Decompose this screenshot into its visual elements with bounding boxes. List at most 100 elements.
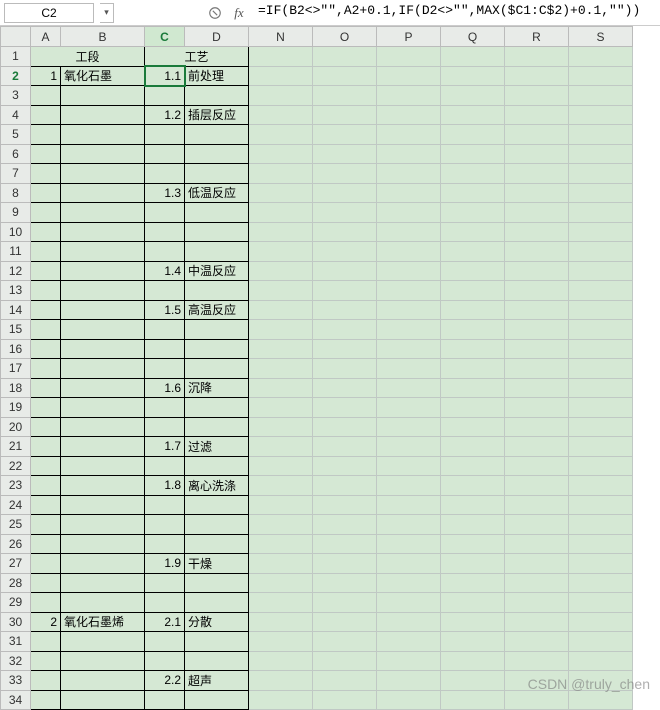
cell-N8[interactable] [249,183,313,203]
cell-A5[interactable] [31,125,61,145]
row-header-17[interactable]: 17 [1,359,31,379]
cell-P27[interactable] [377,554,441,574]
cell-C17[interactable] [145,359,185,379]
cell-S27[interactable] [569,554,633,574]
cell-S18[interactable] [569,378,633,398]
cell-P17[interactable] [377,359,441,379]
cell-P31[interactable] [377,632,441,652]
row-header-32[interactable]: 32 [1,651,31,671]
cell-C5[interactable] [145,125,185,145]
cell-D13[interactable] [185,281,249,301]
cell-N25[interactable] [249,515,313,535]
cell-D11[interactable] [185,242,249,262]
row-header-27[interactable]: 27 [1,554,31,574]
cell-P8[interactable] [377,183,441,203]
cell-O5[interactable] [313,125,377,145]
cell-S8[interactable] [569,183,633,203]
cell-C22[interactable] [145,456,185,476]
row-header-24[interactable]: 24 [1,495,31,515]
cell-P16[interactable] [377,339,441,359]
cell-P13[interactable] [377,281,441,301]
cell-Q7[interactable] [441,164,505,184]
row-header-33[interactable]: 33 [1,671,31,691]
cell-N2[interactable] [249,66,313,86]
cell-S11[interactable] [569,242,633,262]
cell-C8[interactable]: 1.3 [145,183,185,203]
cell-D18[interactable]: 沉降 [185,378,249,398]
row-header-21[interactable]: 21 [1,437,31,457]
cell-A31[interactable] [31,632,61,652]
cell-P33[interactable] [377,671,441,691]
cell-C25[interactable] [145,515,185,535]
cell-O34[interactable] [313,690,377,710]
cell-N12[interactable] [249,261,313,281]
cell-Q31[interactable] [441,632,505,652]
cell-Q24[interactable] [441,495,505,515]
cell-C19[interactable] [145,398,185,418]
cell-S15[interactable] [569,320,633,340]
column-header-Q[interactable]: Q [441,27,505,47]
cell-C27[interactable]: 1.9 [145,554,185,574]
cell-O32[interactable] [313,651,377,671]
cell-N13[interactable] [249,281,313,301]
column-header-P[interactable]: P [377,27,441,47]
cell-C24[interactable] [145,495,185,515]
cell-S28[interactable] [569,573,633,593]
cell-C31[interactable] [145,632,185,652]
cell-Q21[interactable] [441,437,505,457]
cell-N24[interactable] [249,495,313,515]
cell-Q27[interactable] [441,554,505,574]
worksheet[interactable]: ABCDNOPQRS 1工段工艺21氧化石墨1.1前处理341.2插层反应567… [0,26,660,710]
cell-C3[interactable] [145,86,185,106]
column-header-R[interactable]: R [505,27,569,47]
cell-S20[interactable] [569,417,633,437]
cell-Q11[interactable] [441,242,505,262]
cell-B30[interactable]: 氧化石墨烯 [61,612,145,632]
cell-O25[interactable] [313,515,377,535]
cell-N23[interactable] [249,476,313,496]
cancel-icon[interactable] [206,4,224,22]
cell-Q34[interactable] [441,690,505,710]
column-header-A[interactable]: A [31,27,61,47]
column-header-O[interactable]: O [313,27,377,47]
cell-B18[interactable] [61,378,145,398]
cell-O28[interactable] [313,573,377,593]
cell-N14[interactable] [249,300,313,320]
row-header-31[interactable]: 31 [1,632,31,652]
cell-A23[interactable] [31,476,61,496]
cell-B19[interactable] [61,398,145,418]
cell-P19[interactable] [377,398,441,418]
cell-A15[interactable] [31,320,61,340]
cell-A12[interactable] [31,261,61,281]
cell-D9[interactable] [185,203,249,223]
cell-N28[interactable] [249,573,313,593]
cell-P7[interactable] [377,164,441,184]
cell-O12[interactable] [313,261,377,281]
cell-B20[interactable] [61,417,145,437]
cell-A34[interactable] [31,690,61,710]
cell-R2[interactable] [505,66,569,86]
cell-B8[interactable] [61,183,145,203]
cell-N15[interactable] [249,320,313,340]
select-all-corner[interactable] [1,27,31,47]
cell-S6[interactable] [569,144,633,164]
cell-D25[interactable] [185,515,249,535]
row-header-15[interactable]: 15 [1,320,31,340]
cell-S23[interactable] [569,476,633,496]
cell-D33[interactable]: 超声 [185,671,249,691]
cell-N27[interactable] [249,554,313,574]
row-header-13[interactable]: 13 [1,281,31,301]
cell[interactable] [569,47,633,67]
cell-A19[interactable] [31,398,61,418]
cell-B5[interactable] [61,125,145,145]
cell-A22[interactable] [31,456,61,476]
row-header-29[interactable]: 29 [1,593,31,613]
cell-R7[interactable] [505,164,569,184]
cell-Q18[interactable] [441,378,505,398]
cell-C33[interactable]: 2.2 [145,671,185,691]
cell-S4[interactable] [569,105,633,125]
row-header-7[interactable]: 7 [1,164,31,184]
cell-B11[interactable] [61,242,145,262]
cell-R17[interactable] [505,359,569,379]
cell-P24[interactable] [377,495,441,515]
